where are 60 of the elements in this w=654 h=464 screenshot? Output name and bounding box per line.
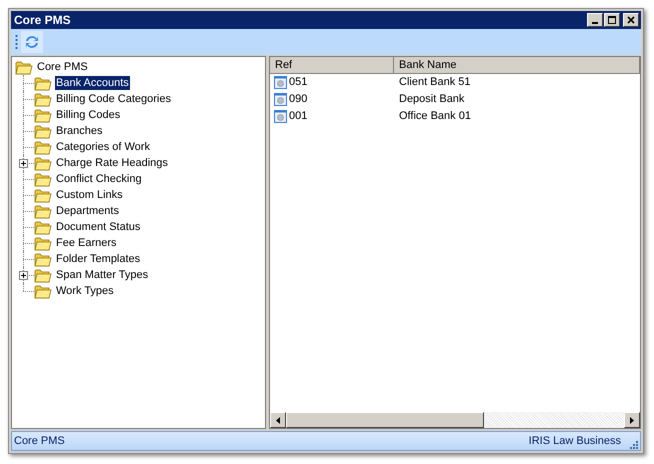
refresh-button[interactable] xyxy=(21,31,43,53)
refresh-icon xyxy=(24,34,40,50)
maximize-button[interactable] xyxy=(604,13,620,27)
expand-toggle-icon[interactable] xyxy=(19,271,28,280)
table-cell-text: 001 xyxy=(289,109,308,124)
tree-item[interactable]: Billing Codes xyxy=(55,108,122,122)
folder-icon xyxy=(34,204,52,218)
folder-icon xyxy=(34,284,52,298)
scroll-right-button[interactable] xyxy=(624,412,640,428)
record-icon xyxy=(274,76,287,89)
minimize-button[interactable] xyxy=(587,13,603,27)
status-text: Core PMS xyxy=(14,434,65,449)
tree-item[interactable]: Bank Accounts xyxy=(55,76,130,90)
resize-grip-icon xyxy=(629,440,638,450)
column-header[interactable]: Bank Name xyxy=(394,57,640,73)
column-header[interactable]: Ref xyxy=(270,57,394,73)
scroll-left-button[interactable] xyxy=(270,412,286,428)
scroll-thumb[interactable] xyxy=(286,412,484,428)
window-title: Core PMS xyxy=(13,12,71,29)
folder-icon xyxy=(15,60,33,74)
tree-item[interactable]: Folder Templates xyxy=(55,252,142,266)
table-cell-text: Client Bank 51 xyxy=(398,75,471,90)
tree-item[interactable]: Span Matter Types xyxy=(55,268,150,282)
folder-icon xyxy=(34,140,52,154)
table-cell-text: Office Bank 01 xyxy=(398,109,471,124)
right-arrow-icon xyxy=(630,416,634,424)
record-icon xyxy=(274,93,287,106)
folder-icon xyxy=(34,156,52,170)
folder-icon xyxy=(34,252,52,266)
table-cell-text: 051 xyxy=(289,75,308,90)
tree-item[interactable]: Document Status xyxy=(55,220,142,234)
tree-item[interactable]: Categories of Work xyxy=(55,140,151,154)
tree-item[interactable]: Work Types xyxy=(55,284,115,298)
close-icon xyxy=(627,16,635,24)
folder-icon xyxy=(34,92,52,106)
tree-item[interactable]: Branches xyxy=(55,124,104,138)
folder-icon xyxy=(34,108,52,122)
tree-item[interactable]: Conflict Checking xyxy=(55,172,143,186)
status-text: IRIS Law Business xyxy=(528,434,621,449)
tree-item[interactable]: Billing Code Categories xyxy=(55,92,172,106)
folder-icon xyxy=(34,220,52,234)
left-arrow-icon xyxy=(276,416,280,424)
close-button[interactable] xyxy=(623,13,639,27)
tree-item[interactable]: Charge Rate Headings xyxy=(55,156,169,170)
record-icon xyxy=(274,110,287,123)
folder-icon xyxy=(34,188,52,202)
tree-item[interactable]: Departments xyxy=(55,204,120,218)
folder-icon xyxy=(34,268,52,282)
expand-toggle-icon[interactable] xyxy=(19,159,28,168)
table-cell-text: Deposit Bank xyxy=(398,92,464,108)
folder-icon xyxy=(34,124,52,138)
tree-item[interactable]: Custom Links xyxy=(55,188,124,202)
toolbar-grip-icon xyxy=(15,34,18,50)
tree-item[interactable]: Fee Earners xyxy=(55,236,118,250)
maximize-icon xyxy=(608,16,616,24)
folder-icon xyxy=(34,76,52,90)
folder-icon xyxy=(34,172,52,186)
tree-item[interactable]: Core PMS xyxy=(36,58,89,76)
folder-icon xyxy=(34,236,52,250)
table-cell-text: 090 xyxy=(289,92,308,108)
